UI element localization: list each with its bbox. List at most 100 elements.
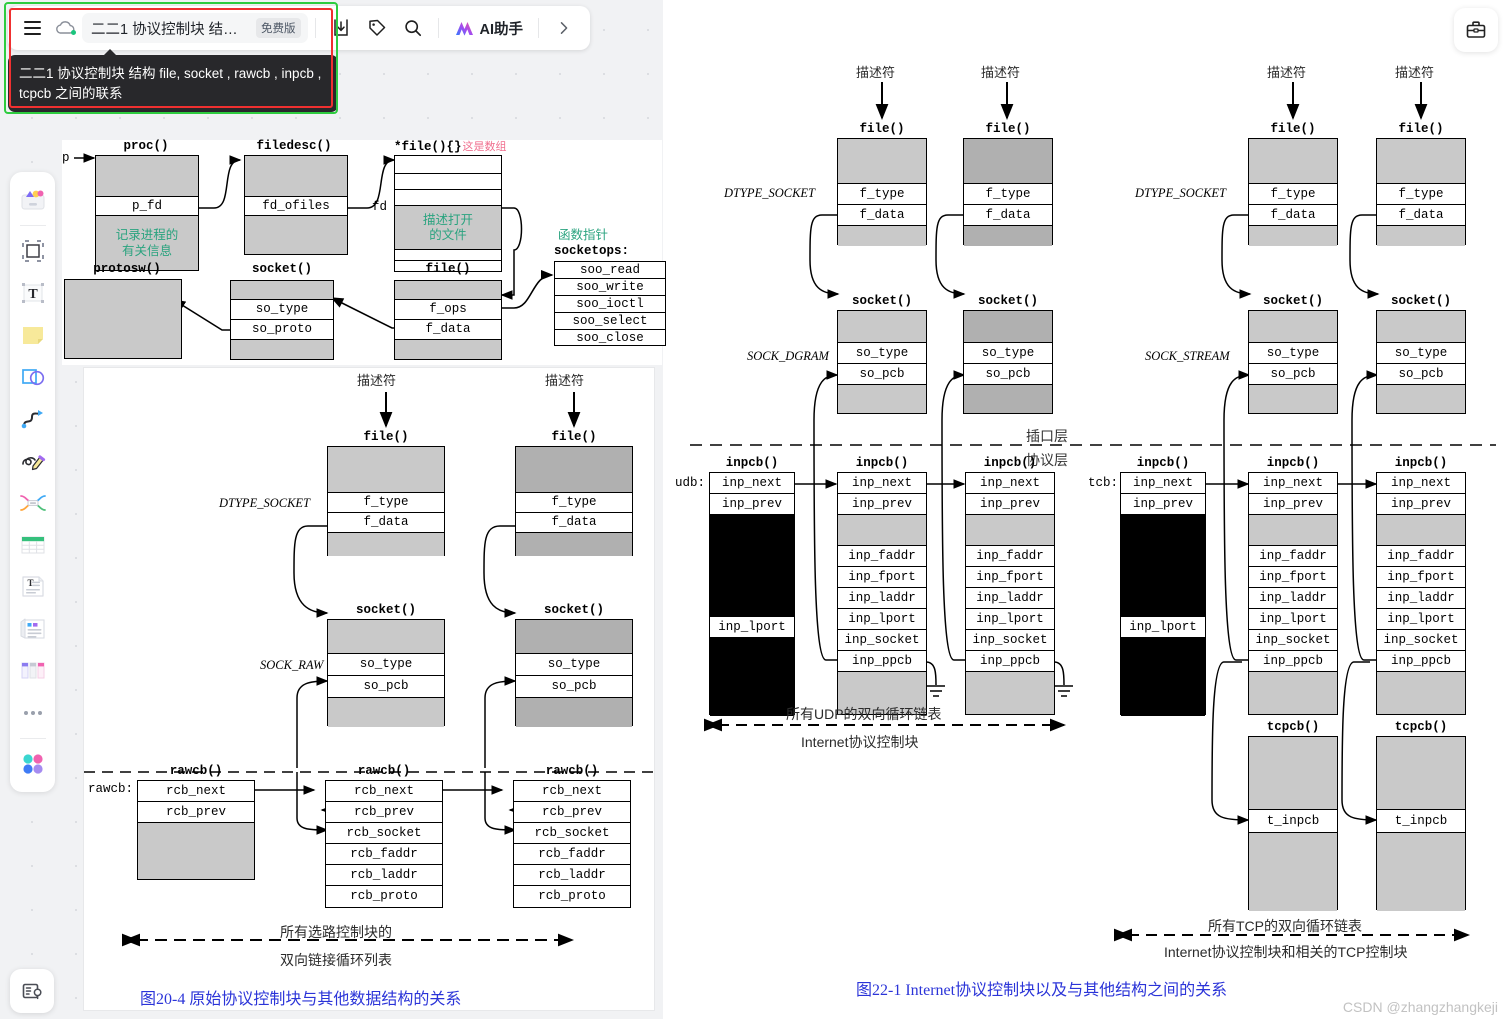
fig221-so-pcb-row: so_pcb [964,364,1052,385]
fig221-file-title: file() [1398,122,1444,136]
file-array-row-1 [395,156,501,174]
fig221-inpcb-title: inpcb() [1266,456,1320,470]
fig221-t-inpcb-row: t_inpcb [1377,810,1465,833]
fig221-file-box: f_type f_data [1376,138,1466,246]
fig221-inp-faddr-row: inp_faddr [1249,546,1337,567]
fig221-so-type-row: so_type [1249,343,1337,364]
proc-struct-box: p_fd 记录进程的 有关信息 [95,155,199,271]
socket-struct-title: socket() [251,262,312,276]
file-array-box: 描述打开 的文件 [394,155,502,272]
fig221-inpcb-title: inpcb() [725,456,779,470]
fig221-tcp-footnote-line1: 所有TCP的双向循环链表 [1208,918,1362,934]
toolbar-expand-button[interactable] [546,10,582,46]
hamburger-menu-button[interactable] [14,10,50,46]
fig221-f-type-row: f_type [838,184,926,205]
fig204-rawcb-pad [138,823,254,879]
app-root: p proc() p_fd 记录进程的 有关信息 filedesc() fd_o… [0,0,1506,1019]
fig221-inp-next-row: inp_next [1249,473,1337,494]
fig204-footnote-line2: 双向链接循环列表 [280,952,392,968]
sidebar-item-mindmap[interactable] [15,485,51,521]
fig221-inp-prev-row: inp_prev [710,494,794,515]
search-button[interactable] [395,10,431,46]
socket-pad-row [231,281,333,300]
fig221-f-type-row: f_type [964,184,1052,205]
sidebar-item-more[interactable] [15,695,51,731]
fig221-so-pcb-row: so_pcb [838,364,926,385]
fig221-file-pad2 [838,226,926,246]
document-title-tooltip: 二二1 协议控制块 结构 file, socket , rawcb , inpc… [8,48,338,113]
fig221-so-type-row: so_type [1377,343,1465,364]
sidebar-item-media-card[interactable] [15,611,51,647]
fig204-rcb-prev-row: rcb_prev [138,802,254,823]
sidebar-item-frame[interactable] [15,233,51,269]
sidebar-item-text[interactable]: T [15,275,51,311]
figure-20-4: 描述符 描述符 file() f_type f_data file() f_ty… [84,368,654,1010]
fig204-f-data-row: f_data [516,513,632,533]
fig221-socket-pad2 [964,385,1052,413]
sidebar-item-shape[interactable] [15,359,51,395]
fig204-rcb-faddr-row: rcb_faddr [326,844,442,865]
fig204-rcb-socket-row: rcb_socket [326,823,442,844]
fig221-inpcb-box: inp_next inp_prev inp_faddr inp_fport in… [1376,472,1466,715]
fig221-file-box: f_type f_data [963,138,1053,246]
present-button[interactable] [10,969,54,1013]
fig221-inpcb-box: inp_next inp_prev inp_faddr inp_fport in… [1248,472,1338,715]
socketops-row: soo_read [555,262,665,279]
protosw-struct-box [64,279,182,359]
file-array-title: *file(){} [394,140,462,154]
fig204-rcb-prev-row: rcb_prev [326,802,442,823]
fig221-inpcb-pad [838,515,926,546]
fig221-tcpcb-box: t_inpcb [1376,736,1466,911]
fig204-rawcb-box: rcb_next rcb_prev rcb_socket rcb_faddr r… [513,780,631,908]
ai-assistant-label: AI助手 [479,21,524,38]
fig204-file-title: file() [551,430,597,444]
file-struct-title: file() [425,262,471,276]
sidebar-item-connector[interactable] [15,401,51,437]
ai-assistant-button[interactable]: AI助手 [446,12,532,44]
sidebar-item-pen[interactable] [15,443,51,479]
chevron-right-icon [560,22,568,34]
cloud-sync-status[interactable] [50,13,80,43]
fig221-inp-prev-row: inp_prev [1377,494,1465,515]
fig204-footnote-line1: 所有选路控制块的 [280,924,392,940]
sidebar-item-sticky-note[interactable] [15,317,51,353]
fig221-inp-lport-row: inp_lport [1121,617,1205,638]
document-title-chip[interactable]: 二二1 协议控制块 结构 file.. 免费版 [82,13,308,43]
fig221-inpcb-box: inp_next inp_prev inp_faddr inp_fport in… [965,472,1055,715]
fig221-f-data-row: f_data [1377,205,1465,226]
tag-button[interactable] [359,10,395,46]
file-struct-box: f_ops f_data [394,280,502,360]
fig221-udb-label: udb: [675,476,706,490]
fig221-inp-socket-row: inp_socket [838,630,926,651]
fig204-file-pad [328,447,444,493]
proc-note-line2: 有关信息 [121,243,172,258]
fig221-tcpcb-pad [1377,737,1465,810]
briefcase-button[interactable] [1454,8,1498,52]
sidebar-item-table[interactable] [15,527,51,563]
file-f-data-row: f_data [395,320,501,340]
figure-proc-file-socket: p proc() p_fd 记录进程的 有关信息 filedesc() fd_o… [62,139,666,365]
fig204-sock-raw-label: SOCK_RAW [260,658,324,672]
fig221-file-pad2 [964,226,1052,246]
fig204-dtype-socket-label: DTYPE_SOCKET [219,496,310,510]
frame-icon [21,240,44,262]
fig204-rcb-laddr-row: rcb_laddr [326,865,442,886]
sidebar-item-apps[interactable] [15,746,51,782]
fig221-desc-label: 描述符 [856,65,896,80]
fig204-file-pad2 [516,533,632,556]
fig204-file-title: file() [363,430,409,444]
fig221-socket-pad [964,311,1052,343]
toolbar-divider [437,18,439,38]
fig221-inp-socket-row: inp_socket [1377,630,1465,651]
import-button[interactable] [323,10,359,46]
sidebar-item-templates[interactable] [15,182,51,218]
watermark: CSDN @zhangzhangkeji [1342,999,1498,1015]
sidebar-item-kanban[interactable] [15,653,51,689]
fig221-inp-ppcb-row: inp_ppcb [1377,651,1465,672]
socketops-title: socketops: [554,244,630,258]
sidebar-item-doc[interactable]: T [15,569,51,605]
fig221-inpcb-pad [966,515,1054,546]
fig221-inp-fport-row: inp_fport [966,567,1054,588]
fig221-socket-pad2 [1249,385,1337,413]
proc-struct-title: proc() [123,139,169,153]
